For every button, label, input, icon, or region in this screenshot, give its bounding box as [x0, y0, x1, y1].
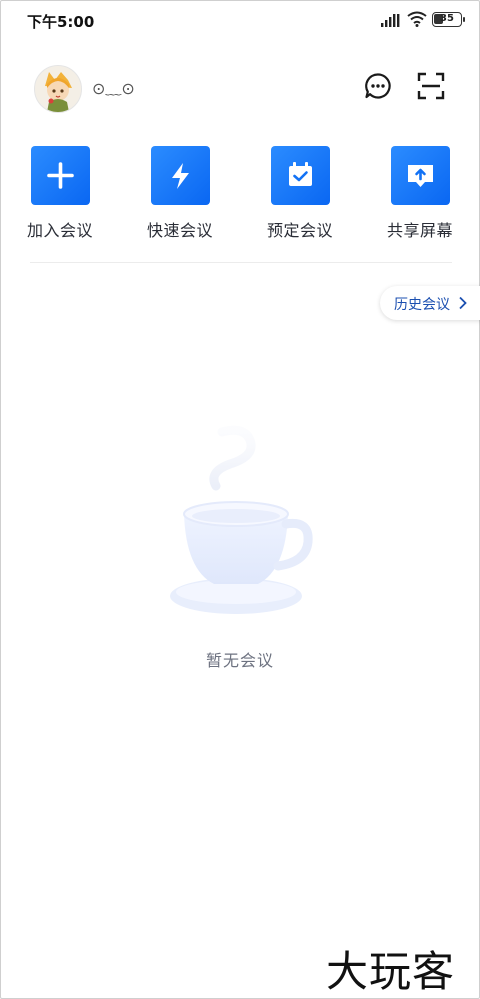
- wifi-icon: [407, 11, 427, 27]
- share-screen-label: 共享屏幕: [386, 221, 453, 240]
- join-meeting-button[interactable]: 加入会议: [0, 146, 120, 241]
- avatar[interactable]: [34, 65, 82, 113]
- divider: [30, 262, 452, 263]
- nickname[interactable]: ⊙﹏⊙: [92, 75, 135, 99]
- share-screen-icon: [390, 146, 450, 205]
- battery-level: 35: [440, 13, 454, 24]
- lightning-icon: [150, 146, 210, 205]
- chat-icon[interactable]: [363, 71, 393, 101]
- quick-meeting-label: 快速会议: [146, 221, 213, 240]
- status-time: 下午5:00: [27, 13, 95, 31]
- plus-icon: [30, 146, 90, 205]
- calendar-check-icon: [270, 146, 330, 205]
- chevron-right-icon: [459, 296, 467, 310]
- scan-icon[interactable]: [416, 71, 446, 101]
- history-meetings-button[interactable]: 历史会议: [380, 286, 480, 320]
- signal-icon: [381, 14, 400, 27]
- empty-state-text: 暂无会议: [205, 651, 274, 670]
- schedule-meeting-button[interactable]: 预定会议: [240, 146, 360, 241]
- join-meeting-label: 加入会议: [26, 221, 93, 240]
- battery-icon: 35: [432, 12, 465, 27]
- avatar-image-icon: [45, 72, 72, 112]
- quick-actions: 加入会议 快速会议 预定会议 共享屏幕: [0, 146, 480, 246]
- share-screen-button[interactable]: 共享屏幕: [360, 146, 480, 241]
- quick-meeting-button[interactable]: 快速会议: [120, 146, 240, 241]
- status-bar: 下午5:00 35: [0, 0, 480, 40]
- history-meetings-label: 历史会议: [394, 297, 450, 313]
- coffee-cup-icon: [170, 425, 313, 614]
- schedule-meeting-label: 预定会议: [266, 221, 333, 240]
- watermark-logo: 大玩客: [326, 947, 456, 996]
